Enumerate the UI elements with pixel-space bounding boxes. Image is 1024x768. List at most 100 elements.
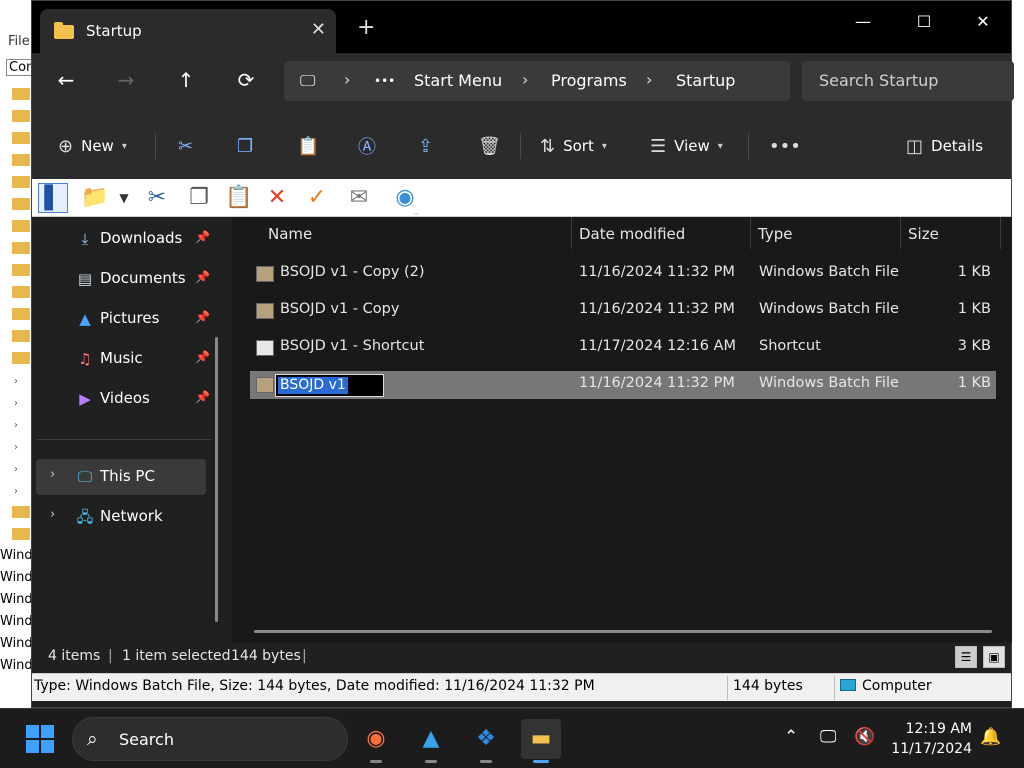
delete-button[interactable]: 🗑 bbox=[478, 133, 501, 159]
expand-arrow-icon[interactable]: › bbox=[14, 464, 18, 475]
envelope-icon[interactable]: ✉ bbox=[344, 183, 374, 213]
sidebar-item-this-pc[interactable]: › 🖵 This PC bbox=[36, 459, 206, 495]
see-more-button[interactable]: ••• bbox=[769, 133, 801, 159]
folder-icon bbox=[12, 154, 30, 166]
expand-arrow-icon[interactable]: › bbox=[14, 486, 18, 497]
panel-toggle-icon[interactable]: ▌ bbox=[38, 183, 68, 213]
breadcrumb[interactable]: 🖵 › ••• Start Menu › Programs › Startup bbox=[284, 61, 790, 101]
windows-logo-tile bbox=[41, 740, 54, 753]
copy-icon[interactable]: ❐ bbox=[184, 183, 214, 213]
expand-arrow-icon[interactable]: › bbox=[14, 398, 18, 409]
column-divider[interactable] bbox=[750, 217, 751, 249]
new-tab-button[interactable]: + bbox=[357, 15, 375, 40]
column-header-name[interactable]: Name bbox=[268, 225, 312, 243]
details-view-button[interactable]: ☰ bbox=[955, 646, 977, 668]
app-cube-icon[interactable]: ❖ bbox=[466, 719, 506, 763]
table-row[interactable]: BSOJD v1 - Copy 11/16/2024 11:32 PM Wind… bbox=[250, 297, 996, 325]
volume-muted-icon[interactable]: 🔇 bbox=[854, 727, 875, 747]
column-header-date[interactable]: Date modified bbox=[579, 225, 685, 243]
column-header-type[interactable]: Type bbox=[758, 225, 792, 243]
chevron-right-icon[interactable]: › bbox=[50, 507, 55, 522]
show-hidden-icons-chevron-up-icon[interactable]: ⌃ bbox=[784, 727, 798, 747]
expand-arrow-icon[interactable]: › bbox=[14, 420, 18, 431]
folder-check-icon[interactable]: 📁 bbox=[80, 183, 110, 213]
breadcrumb-more[interactable]: ••• bbox=[374, 74, 395, 88]
column-divider[interactable] bbox=[571, 217, 572, 249]
paste-button[interactable]: 📋 bbox=[297, 133, 319, 159]
share-button[interactable]: ⇪ bbox=[418, 133, 433, 159]
pin-icon[interactable]: 📌 bbox=[195, 350, 210, 364]
rename-button[interactable]: Ⓐ bbox=[358, 133, 376, 159]
dropdown-arrow-icon[interactable]: ▼ bbox=[116, 183, 132, 213]
sort-button[interactable]: ⇅ Sort ▾ bbox=[540, 133, 607, 159]
command-bar: ⊕ New ▾ ✂ ❐ 📋 Ⓐ ⇪ 🗑 ⇅ Sort ▾ ☰ View ▾ ••… bbox=[32, 111, 1011, 179]
breadcrumb-start-menu[interactable]: Start Menu bbox=[414, 71, 502, 90]
chevron-right-icon[interactable]: › bbox=[646, 70, 652, 89]
copy-button[interactable]: ❐ bbox=[237, 133, 253, 159]
expand-arrow-icon[interactable]: › bbox=[14, 442, 18, 453]
table-row[interactable]: BSOJD v1 - Copy (2) 11/16/2024 11:32 PM … bbox=[250, 260, 996, 288]
pin-icon[interactable]: 📌 bbox=[195, 230, 210, 244]
tab-close-button[interactable]: ✕ bbox=[311, 19, 326, 40]
table-row-selected[interactable]: BSOJD v1 11/16/2024 11:32 PM Windows Bat… bbox=[250, 371, 996, 399]
delete-x-icon[interactable]: ✕ bbox=[262, 183, 292, 213]
sidebar-item-music[interactable]: ♫ Music 📌 bbox=[36, 341, 210, 377]
rename-input[interactable]: BSOJD v1 bbox=[275, 374, 384, 397]
back-button[interactable]: ← bbox=[51, 68, 81, 96]
notification-bell-icon[interactable]: 🔔 bbox=[980, 727, 1001, 747]
sidebar-item-network[interactable]: › 🖧 Network bbox=[36, 499, 206, 535]
chevron-right-icon[interactable]: › bbox=[50, 467, 55, 482]
sidebar-item-label: Videos bbox=[100, 389, 150, 407]
horizontal-scrollbar[interactable] bbox=[254, 630, 992, 633]
computer-icon[interactable]: 🖵 bbox=[300, 71, 315, 91]
batch-file-icon bbox=[256, 266, 274, 282]
table-row[interactable]: BSOJD v1 - Shortcut 11/17/2024 12:16 AM … bbox=[250, 334, 996, 362]
details-button[interactable]: ◫ Details bbox=[906, 133, 983, 159]
sidebar-item-documents[interactable]: ▤ Documents 📌 bbox=[36, 261, 210, 297]
firefox-icon[interactable]: ◉ bbox=[356, 719, 396, 763]
status-divider: | bbox=[108, 648, 113, 664]
sidebar-item-downloads[interactable]: ⤓ Downloads 📌 bbox=[36, 221, 210, 257]
minimize-button[interactable]: — bbox=[840, 7, 886, 37]
sidebar-item-pictures[interactable]: ▲ Pictures 📌 bbox=[36, 301, 210, 337]
info-bar: Type: Windows Batch File, Size: 144 byte… bbox=[32, 673, 1011, 701]
new-button[interactable]: ⊕ New ▾ bbox=[58, 133, 127, 159]
checkmark-icon[interactable]: ✓ bbox=[302, 183, 332, 213]
column-divider[interactable] bbox=[1000, 217, 1001, 249]
background-file-menu[interactable]: File bbox=[8, 34, 30, 49]
rename-selected-text: BSOJD v1 bbox=[278, 377, 348, 394]
pin-icon[interactable]: 📌 bbox=[195, 310, 210, 324]
network-monitor-icon[interactable]: 🖵 bbox=[820, 727, 836, 747]
image-viewer-icon[interactable]: ▲ bbox=[411, 719, 451, 763]
scrollbar[interactable] bbox=[215, 337, 218, 622]
paste-icon[interactable]: 📋 bbox=[224, 183, 254, 213]
sort-label: Sort bbox=[563, 137, 594, 155]
up-button[interactable]: ↑ bbox=[171, 68, 201, 96]
cut-button[interactable]: ✂ bbox=[178, 133, 193, 159]
tiles-view-button[interactable]: ▣ bbox=[983, 646, 1005, 668]
chevron-right-icon[interactable]: › bbox=[522, 70, 528, 89]
view-button[interactable]: ☰ View ▾ bbox=[650, 133, 723, 159]
column-divider[interactable] bbox=[900, 217, 901, 249]
cut-icon[interactable]: ✂ bbox=[142, 183, 172, 213]
maximize-button[interactable]: ☐ bbox=[901, 7, 947, 37]
search-input[interactable]: Search Startup bbox=[802, 61, 1014, 101]
pin-icon[interactable]: 📌 bbox=[195, 270, 210, 284]
column-header-size[interactable]: Size bbox=[908, 225, 939, 243]
pin-icon[interactable]: 📌 bbox=[195, 390, 210, 404]
close-button[interactable]: ✕ bbox=[960, 7, 1006, 37]
file-explorer-taskbar-icon[interactable]: ▬ bbox=[521, 719, 561, 763]
tab-startup[interactable]: Startup ✕ bbox=[40, 9, 336, 53]
start-button[interactable] bbox=[26, 725, 54, 753]
file-explorer-window: Startup ✕ + — ☐ ✕ ← → ↑ ⟳ 🖵 › ••• Start … bbox=[31, 0, 1014, 708]
taskbar-search[interactable]: ⌕ Search bbox=[72, 717, 348, 761]
breadcrumb-startup[interactable]: Startup bbox=[676, 71, 735, 90]
shell-icon[interactable]: ◉ bbox=[390, 183, 420, 213]
clock[interactable]: 12:19 AM 11/17/2024 bbox=[888, 719, 972, 759]
forward-button[interactable]: → bbox=[111, 68, 141, 96]
breadcrumb-programs[interactable]: Programs bbox=[551, 71, 627, 90]
chevron-right-icon[interactable]: › bbox=[344, 70, 350, 89]
refresh-button[interactable]: ⟳ bbox=[231, 68, 261, 96]
sidebar-item-videos[interactable]: ▶ Videos 📌 bbox=[36, 381, 210, 417]
expand-arrow-icon[interactable]: › bbox=[14, 376, 18, 387]
